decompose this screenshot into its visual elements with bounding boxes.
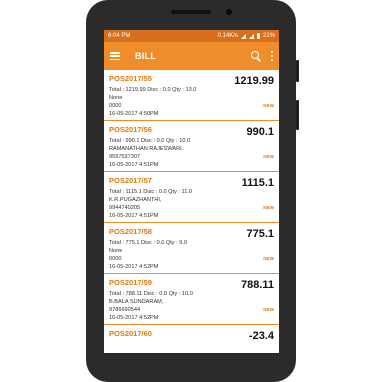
more-options-icon[interactable] [270, 51, 273, 61]
bill-phone: 9786690544 [109, 307, 141, 313]
status-indicators: 0.14K/s 21% [218, 33, 275, 39]
wifi-icon [240, 33, 246, 39]
front-camera [226, 9, 232, 15]
bill-item[interactable]: POS2017/55 1219.99 Total : 1219.99 Disc … [104, 70, 279, 121]
volume-button [296, 60, 299, 82]
app-bar: BILL [104, 42, 279, 70]
new-badge: NEW [263, 103, 274, 108]
bill-date: 16-05-2017 4:51PM [109, 162, 159, 168]
bill-item[interactable]: POS2017/56 990.1 Total : 990.1 Disc : 0.… [104, 121, 279, 172]
page-title: BILL [135, 51, 157, 61]
bill-date: 16-05-2017 4:50PM [109, 111, 159, 117]
bill-id: POS2017/56 [109, 125, 152, 134]
new-badge: NEW [263, 256, 274, 261]
bill-customer: None [109, 248, 123, 254]
bill-item[interactable]: POS2017/60 -23.4 [104, 325, 279, 353]
bill-amount: 1219.99 [234, 75, 274, 87]
bill-date: 16-05-2017 4:52PM [109, 315, 159, 321]
bill-id: POS2017/57 [109, 176, 152, 185]
bill-summary: Total : 990.1 Disc : 0.0 Qty : 10.0 [109, 138, 191, 144]
bill-item[interactable]: POS2017/57 1115.1 Total : 1115.1 Disc : … [104, 172, 279, 223]
bill-phone: 9944740205 [109, 205, 141, 211]
bill-item[interactable]: POS2017/58 775.1 Total : 775.1 Disc : 0.… [104, 223, 279, 274]
bill-phone: 0000 [109, 256, 122, 262]
bill-summary: Total : 775.1 Disc : 0.0 Qty : 9.0 [109, 240, 188, 246]
network-speed: 0.14K/s [217, 33, 238, 39]
bill-id: POS2017/60 [109, 329, 152, 338]
bill-list: POS2017/55 1219.99 Total : 1219.99 Disc … [104, 70, 279, 353]
bill-amount: 775.1 [246, 228, 274, 240]
bill-phone: 9597537307 [109, 154, 141, 160]
bill-date: 16-05-2017 4:52PM [109, 264, 159, 270]
new-badge: NEW [263, 205, 274, 210]
bill-phone: 0000 [109, 103, 122, 109]
speaker-grille [171, 10, 211, 14]
power-button [296, 100, 299, 130]
bill-summary: Total : 788.11 Disc : 0.0 Qty : 10.0 [109, 291, 193, 297]
bill-id: POS2017/58 [109, 227, 152, 236]
bill-customer: K.R.PUGAZHANTHI, [109, 197, 162, 203]
status-bar: 6:04 PM 0.14K/s 21% [104, 30, 279, 42]
bill-amount: 990.1 [246, 126, 274, 138]
bill-summary: Total : 1115.1 Disc : 0.0 Qty : 11.0 [109, 189, 193, 195]
menu-icon[interactable] [110, 52, 120, 60]
status-time: 6:04 PM [108, 33, 131, 39]
bill-id: POS2017/55 [109, 74, 152, 83]
bill-id: POS2017/59 [109, 278, 152, 287]
battery-level: 21% [262, 33, 275, 39]
bill-customer: B.BALA SUNDARAM, [109, 299, 164, 305]
new-badge: NEW [263, 307, 274, 312]
bill-amount: -23.4 [248, 330, 274, 342]
bill-item[interactable]: POS2017/59 788.11 Total : 788.11 Disc : … [104, 274, 279, 325]
signal-icon [248, 33, 254, 39]
bill-amount: 1115.1 [241, 177, 274, 189]
phone-screen: 6:04 PM 0.14K/s 21% BILL POS2017/55 1219… [104, 30, 279, 353]
bill-customer: None [109, 95, 123, 101]
bill-amount: 788.11 [240, 279, 274, 291]
bill-date: 16-05-2017 4:51PM [109, 213, 159, 219]
bill-customer: RAMANATHAN RAJESWARI, [109, 146, 184, 152]
new-badge: NEW [263, 154, 274, 159]
search-icon[interactable] [251, 51, 261, 61]
bill-summary: Total : 1219.99 Disc : 0.0 Qty : 13.0 [109, 87, 197, 93]
battery-icon [256, 33, 260, 39]
